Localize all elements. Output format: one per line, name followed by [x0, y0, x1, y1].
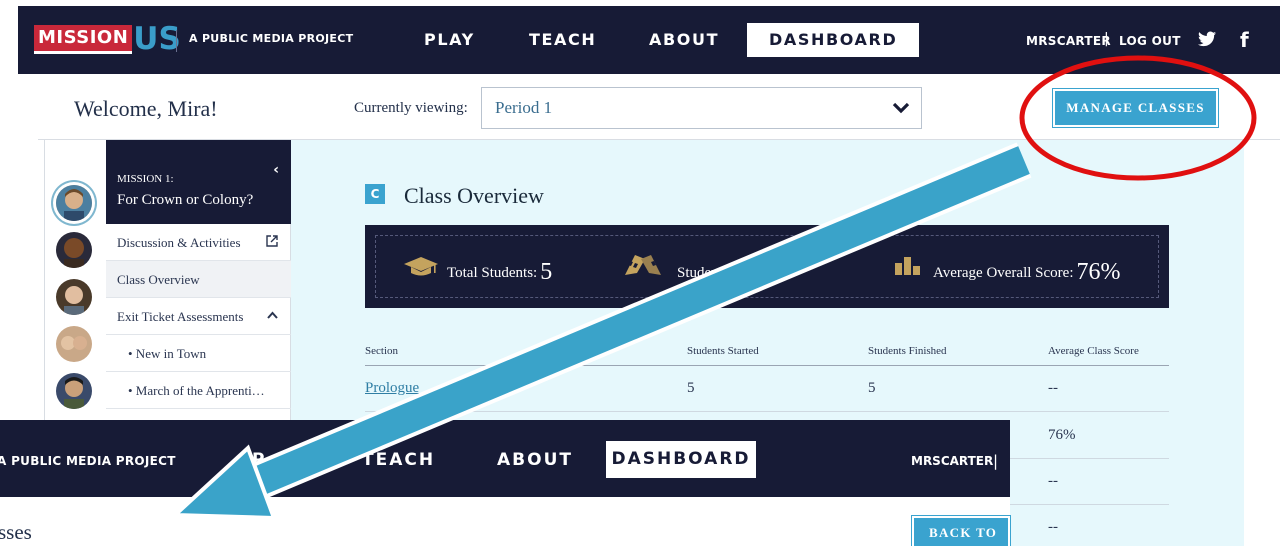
- period-select-value: Period 1: [495, 98, 553, 117]
- sidebar-item-discussion[interactable]: Discussion & Activities: [106, 224, 291, 261]
- collapse-sidebar-icon[interactable]: ‹: [273, 162, 279, 178]
- facebook-icon[interactable]: f: [1240, 28, 1249, 52]
- sidebar-item-exit-ticket[interactable]: Exit Ticket Assessments: [106, 298, 291, 335]
- avatar-mission-3[interactable]: [56, 279, 92, 315]
- avatar-mission-1[interactable]: [56, 185, 92, 221]
- mission-us-logo[interactable]: MISSION US: [34, 23, 181, 55]
- nav-dashboard[interactable]: DASHBOARD: [747, 23, 920, 57]
- currently-viewing-label: Currently viewing:: [354, 100, 468, 116]
- total-students-stat: Total Students: 5: [447, 259, 552, 286]
- sidebar-item-march-apprentices[interactable]: • March of the Apprenti…: [106, 372, 291, 409]
- average-score-value: 76%: [1076, 259, 1121, 285]
- sidebar-item-new-in-town[interactable]: • New in Town: [106, 335, 291, 372]
- chevron-up-icon: [267, 298, 278, 335]
- students-finished-value: 5: [747, 259, 760, 285]
- table-cell: --: [1048, 473, 1058, 489]
- total-students-label: Total Students:: [447, 265, 538, 281]
- sidebar-item-label: • March of the Apprenti…: [128, 383, 265, 398]
- preview-nav-teach[interactable]: TEACH: [362, 450, 435, 470]
- preview-username[interactable]: MRSCARTER: [911, 454, 993, 468]
- students-finished-stat: Students Fi 5: [677, 259, 760, 286]
- table-cell: --: [1048, 519, 1058, 535]
- table-cell: 5: [687, 380, 695, 396]
- column-header-section: Section: [365, 345, 398, 357]
- welcome-greeting: Welcome, Mira!: [74, 96, 218, 121]
- table-header-divider: [365, 365, 1169, 366]
- chevron-down-icon: [892, 102, 910, 114]
- sidebar-item-label: • New in Town: [128, 346, 207, 361]
- table-cell: --: [1048, 380, 1058, 396]
- preview-heading: sses: [0, 520, 32, 544]
- logo-us-text: US: [133, 21, 181, 57]
- sidebar-mission-title: For Crown or Colony?: [117, 192, 254, 208]
- preview-body: sses BACK TO: [0, 497, 1011, 546]
- sidebar-item-label: Class Overview: [117, 272, 200, 287]
- page-title: Class Overview: [404, 183, 544, 208]
- section-link[interactable]: Prologue: [365, 380, 419, 397]
- username-link[interactable]: MRSCARTER: [1026, 34, 1111, 48]
- period-select[interactable]: Period 1: [481, 87, 922, 129]
- sidebar-header: MISSION 1: For Crown or Colony? ‹: [106, 140, 291, 224]
- preview-separator: |: [993, 452, 999, 470]
- manage-classes-preview: A PUBLIC MEDIA PROJECT P TEACH ABOUT DAS…: [0, 420, 1011, 546]
- preview-nav-about[interactable]: ABOUT: [497, 450, 573, 470]
- avatar-mission-4[interactable]: [56, 326, 92, 362]
- average-score-stat: Average Overall Score: 76%: [933, 259, 1121, 286]
- external-link-icon: [266, 224, 278, 261]
- nav-play[interactable]: PLAY: [424, 30, 475, 49]
- logout-link[interactable]: LOG OUT: [1119, 34, 1181, 48]
- preview-nav: A PUBLIC MEDIA PROJECT P TEACH ABOUT DAS…: [0, 420, 1010, 497]
- column-header-average: Average Class Score: [1048, 345, 1139, 357]
- nav-separator: |: [1104, 31, 1109, 47]
- logo-divider: [176, 30, 177, 52]
- nav-teach[interactable]: TEACH: [529, 30, 596, 49]
- back-to-button[interactable]: BACK TO: [911, 515, 1011, 546]
- row-divider: [365, 411, 1169, 412]
- total-students-value: 5: [540, 259, 553, 285]
- avatar-mission-5[interactable]: [56, 373, 92, 409]
- table-cell: 5: [868, 380, 876, 396]
- main-nav: MISSION US A PUBLIC MEDIA PROJECT PLAY T…: [18, 6, 1280, 74]
- column-header-started: Students Started: [687, 345, 759, 357]
- preview-tagline: A PUBLIC MEDIA PROJECT: [0, 454, 176, 468]
- checkered-flags-icon: [625, 255, 661, 275]
- stats-banner: Total Students: 5 Students Fi 5 Average Ov…: [365, 225, 1169, 308]
- sidebar-item-label: Exit Ticket Assessments: [117, 309, 244, 324]
- sidebar-item-label: Discussion & Activities: [117, 235, 241, 250]
- logo-mission-text: MISSION: [34, 24, 133, 54]
- students-finished-label: Students Fi: [677, 265, 745, 281]
- tagline: A PUBLIC MEDIA PROJECT: [189, 32, 354, 45]
- column-header-finished: Students Finished: [868, 345, 947, 357]
- preview-nav-dashboard[interactable]: DASHBOARD: [606, 441, 756, 478]
- sidebar-mission-label: MISSION 1:: [117, 173, 174, 185]
- refresh-icon[interactable]: C: [365, 184, 385, 204]
- bar-chart-icon: [895, 257, 920, 275]
- sidebar-item-class-overview[interactable]: Class Overview: [106, 261, 291, 298]
- preview-nav-play[interactable]: P: [252, 450, 266, 470]
- welcome-bar: Welcome, Mira! Currently viewing: Period…: [38, 74, 1280, 140]
- manage-classes-button[interactable]: MANAGE CLASSES: [1052, 88, 1219, 128]
- table-cell: 76%: [1048, 427, 1076, 443]
- average-score-label: Average Overall Score:: [933, 265, 1074, 281]
- graduation-cap-icon: [404, 257, 438, 276]
- nav-about[interactable]: ABOUT: [649, 30, 719, 49]
- twitter-icon[interactable]: [1198, 28, 1216, 52]
- avatar-mission-2[interactable]: [56, 232, 92, 268]
